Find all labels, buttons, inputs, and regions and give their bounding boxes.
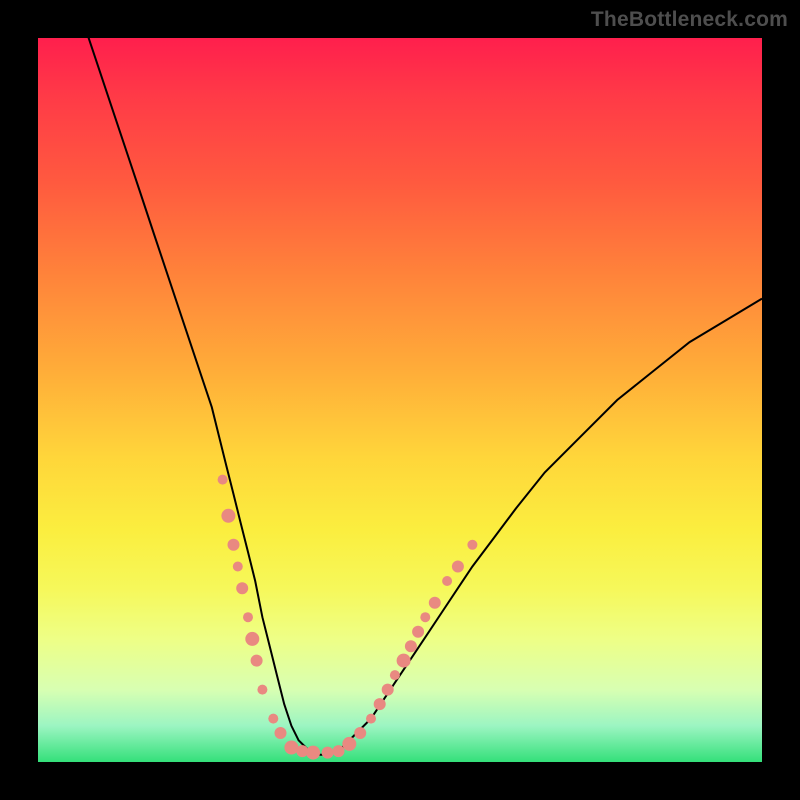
curve-marker bbox=[251, 655, 263, 667]
curve-marker bbox=[322, 747, 334, 759]
curve-marker bbox=[452, 561, 464, 573]
curve-marker bbox=[354, 727, 366, 739]
curve-marker bbox=[412, 626, 424, 638]
curve-marker bbox=[397, 654, 411, 668]
curve-marker bbox=[245, 632, 259, 646]
curve-marker bbox=[442, 576, 452, 586]
curve-marker bbox=[268, 714, 278, 724]
chart-svg bbox=[38, 38, 762, 762]
curve-marker bbox=[333, 745, 345, 757]
curve-marker bbox=[420, 612, 430, 622]
curve-marker bbox=[218, 475, 228, 485]
curve-marker bbox=[342, 737, 356, 751]
watermark-text: TheBottleneck.com bbox=[591, 8, 788, 32]
curve-marker bbox=[284, 741, 298, 755]
curve-marker bbox=[429, 597, 441, 609]
plot-area bbox=[38, 38, 762, 762]
curve-marker bbox=[275, 727, 287, 739]
chart-frame: TheBottleneck.com bbox=[0, 0, 800, 800]
curve-marker bbox=[228, 539, 240, 551]
curve-marker bbox=[467, 540, 477, 550]
curve-marker bbox=[257, 685, 267, 695]
curve-marker bbox=[221, 509, 235, 523]
curve-marker bbox=[405, 640, 417, 652]
curve-marker bbox=[243, 612, 253, 622]
curve-marker bbox=[306, 746, 320, 760]
curve-marker bbox=[236, 582, 248, 594]
curve-marker bbox=[366, 714, 376, 724]
curve-marker bbox=[390, 670, 400, 680]
bottleneck-curve bbox=[81, 16, 762, 755]
curve-marker bbox=[382, 684, 394, 696]
curve-marker bbox=[233, 562, 243, 572]
curve-marker bbox=[374, 698, 386, 710]
